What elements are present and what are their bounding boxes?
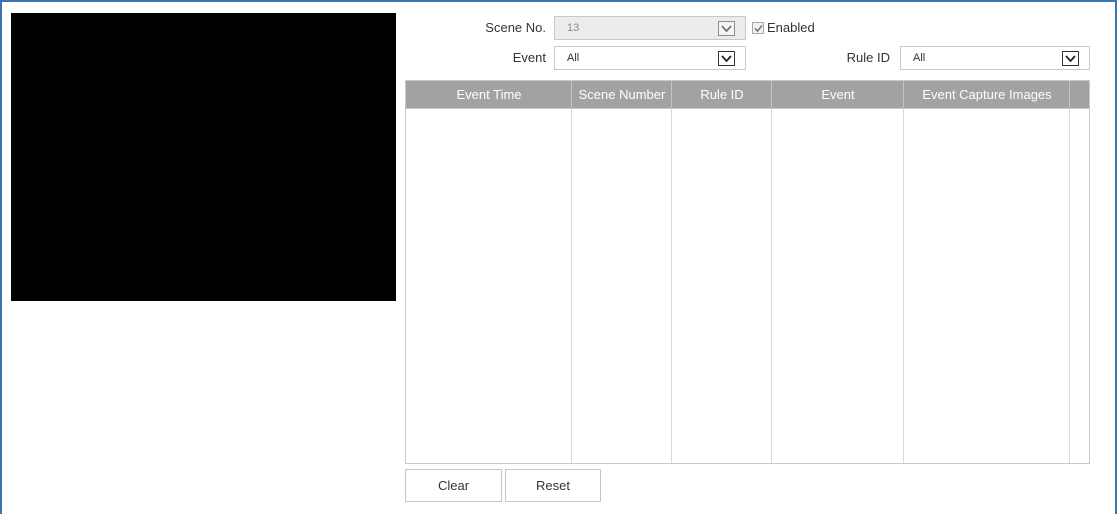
video-preview — [11, 13, 396, 301]
window-frame-top — [0, 0, 1117, 2]
header-divider — [771, 81, 772, 109]
rule-id-value: All — [913, 52, 926, 64]
scene-label: Scene No. — [485, 20, 546, 35]
column-header-event-capture-images[interactable]: Event Capture Images — [904, 81, 1070, 109]
chevron-down-icon — [1062, 51, 1079, 66]
header-divider — [903, 81, 904, 109]
column-header-scene-number[interactable]: Scene Number — [572, 81, 672, 109]
event-value: All — [567, 52, 580, 64]
enabled-label: Enabled — [767, 20, 815, 35]
clear-button[interactable]: Clear — [405, 469, 502, 502]
header-divider — [1069, 81, 1070, 109]
table-header: Event Time Scene Number Rule ID Event Ev… — [406, 81, 1089, 109]
chevron-down-icon — [718, 51, 735, 66]
chevron-down-icon — [718, 21, 735, 36]
event-label: Event — [512, 50, 546, 65]
column-header-event-time[interactable]: Event Time — [406, 81, 572, 109]
header-divider — [671, 81, 672, 109]
event-select[interactable]: All — [554, 46, 746, 70]
column-divider — [771, 81, 772, 463]
header-divider — [571, 81, 572, 109]
column-divider — [903, 81, 904, 463]
column-divider — [671, 81, 672, 463]
event-table: Event Time Scene Number Rule ID Event Ev… — [405, 80, 1090, 464]
scene-value: 13 — [567, 22, 580, 34]
column-header-event[interactable]: Event — [772, 81, 904, 109]
rule-id-select[interactable]: All — [900, 46, 1090, 70]
window-frame-left — [0, 0, 2, 514]
column-header-rule-id[interactable]: Rule ID — [672, 81, 772, 109]
column-divider — [1069, 81, 1070, 463]
enabled-checkbox[interactable] — [752, 22, 764, 34]
reset-button[interactable]: Reset — [505, 469, 601, 502]
rule-id-label: Rule ID — [846, 50, 890, 65]
scene-select[interactable]: 13 — [554, 16, 746, 40]
column-divider — [571, 81, 572, 463]
